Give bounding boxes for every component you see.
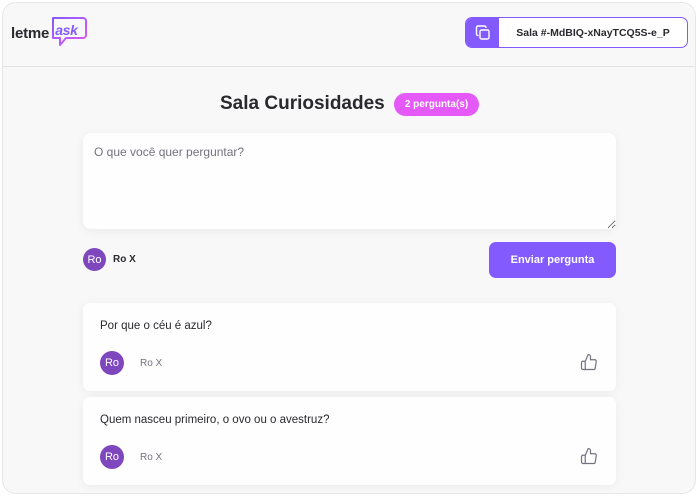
room-title-row: Sala Curiosidades 2 pergunta(s) (3, 93, 695, 119)
question-card: Quem nasceu primeiro, o ovo ou o avestru… (83, 397, 616, 485)
user-name: Ro X (113, 254, 136, 265)
avatar: Ro (83, 248, 106, 271)
question-card: Por que o céu é azul? Ro Ro X (83, 303, 616, 391)
current-user-info: Ro Ro X (83, 248, 136, 271)
like-button[interactable] (579, 353, 599, 373)
logo-letme-text: letme (11, 25, 50, 42)
avatar: Ro (100, 445, 124, 469)
like-button[interactable] (579, 447, 599, 467)
logo-ask-text: ask (55, 22, 78, 38)
question-input[interactable] (83, 133, 616, 229)
app-window: letme ask Sala #-MdBIQ-xNayTCQ5S-e_P Sal… (2, 2, 696, 494)
letmeask-logo[interactable]: letme ask (11, 15, 90, 51)
author-name: Ro X (140, 357, 163, 369)
room-code-button[interactable]: Sala #-MdBIQ-xNayTCQ5S-e_P (465, 17, 688, 48)
question-text: Por que o céu é azul? (100, 320, 212, 332)
question-footer: Ro Ro X (100, 445, 599, 469)
page-header: letme ask Sala #-MdBIQ-xNayTCQ5S-e_P (3, 3, 695, 67)
question-footer: Ro Ro X (100, 351, 599, 375)
thumbs-up-icon (580, 353, 598, 374)
logo-bubble-icon: ask (50, 15, 90, 49)
question-form-footer: Ro Ro X Enviar pergunta (83, 242, 616, 281)
author-name: Ro X (140, 451, 163, 463)
question-author: Ro Ro X (100, 351, 162, 375)
room-title: Sala Curiosidades (220, 93, 385, 114)
question-count-badge: 2 pergunta(s) (394, 93, 479, 116)
thumbs-up-icon (580, 447, 598, 468)
avatar: Ro (100, 351, 124, 375)
copy-icon[interactable] (466, 18, 499, 47)
question-author: Ro Ro X (100, 445, 162, 469)
room-code-text: Sala #-MdBIQ-xNayTCQ5S-e_P (516, 26, 670, 39)
question-text: Quem nasceu primeiro, o ovo ou o avestru… (100, 414, 330, 426)
send-question-button[interactable]: Enviar pergunta (489, 242, 616, 278)
